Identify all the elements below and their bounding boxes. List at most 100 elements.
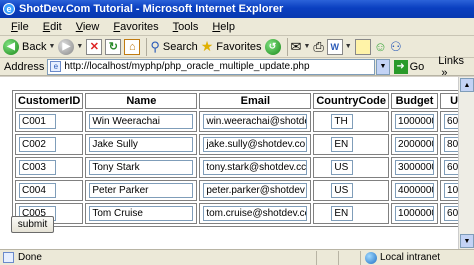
budget-input[interactable]: 3000000: [395, 160, 435, 175]
table-cell: EN: [313, 134, 390, 155]
column-header: CustomerID: [15, 93, 84, 109]
menu-edit[interactable]: Edit: [36, 21, 69, 33]
address-label: Address: [4, 60, 45, 73]
table-cell: tony.stark@shotdev.cc: [199, 157, 312, 178]
home-button[interactable]: ⌂: [124, 37, 141, 57]
table-cell: US: [313, 157, 390, 178]
email-input[interactable]: tony.stark@shotdev.cc: [203, 160, 308, 175]
menu-view[interactable]: View: [69, 21, 107, 33]
go-button[interactable]: ➜ Go: [393, 59, 425, 74]
name-input[interactable]: Tom Cruise: [89, 206, 194, 221]
stop-button[interactable]: ✕: [86, 37, 103, 57]
go-label: Go: [409, 60, 425, 73]
email-input[interactable]: win.weerachai@shotdev: [203, 114, 308, 129]
star-icon: ★: [200, 38, 214, 54]
budget-input[interactable]: 1000000: [395, 206, 435, 221]
table-header-row: CustomerID Name Email CountryCode Budget…: [15, 93, 474, 109]
budget-input[interactable]: 1000000: [395, 114, 435, 129]
messenger-button[interactable]: ⚇: [390, 37, 402, 57]
table-row: C002 Jake Sully jake.sully@shotdev.co EN…: [15, 134, 474, 155]
back-label: Back: [22, 40, 47, 53]
submit-button[interactable]: submit: [11, 216, 54, 233]
favorites-button[interactable]: ★ Favorites: [201, 37, 262, 57]
table-cell: Tom Cruise: [85, 203, 198, 224]
customer-id-input[interactable]: C002: [19, 137, 56, 152]
table-cell: C002: [15, 134, 84, 155]
chevron-down-icon[interactable]: ▼: [345, 43, 352, 50]
stop-icon: ✕: [86, 38, 103, 55]
people-icon: ☺: [373, 39, 388, 54]
links-button[interactable]: Links »: [438, 55, 474, 79]
toolbar-divider: [286, 37, 288, 56]
refresh-button[interactable]: ↻: [105, 37, 122, 57]
column-header: Email: [199, 93, 312, 109]
edit-button[interactable]: W ▼: [326, 37, 352, 57]
menu-favorites[interactable]: Favorites: [106, 21, 165, 33]
vertical-scrollbar[interactable]: ▲ ▼: [458, 77, 474, 249]
customer-id-input[interactable]: C003: [19, 160, 56, 175]
name-input[interactable]: Jake Sully: [89, 137, 194, 152]
print-button[interactable]: ⎙: [313, 37, 323, 57]
printer-icon: ⎙: [313, 38, 324, 54]
history-button[interactable]: ↺: [264, 37, 281, 57]
table-cell: 2000000: [391, 134, 439, 155]
country-code-input[interactable]: US: [331, 160, 354, 175]
word-icon: W: [326, 38, 343, 55]
chevron-down-icon[interactable]: ▼: [76, 43, 83, 50]
mail-icon: ✉: [290, 38, 302, 54]
menu-tools[interactable]: Tools: [166, 21, 206, 33]
discuss-button[interactable]: [354, 37, 371, 57]
scroll-down-icon[interactable]: ▼: [460, 234, 474, 248]
menu-help[interactable]: Help: [205, 21, 242, 33]
scroll-up-icon[interactable]: ▲: [460, 78, 474, 92]
name-input[interactable]: Peter Parker: [89, 183, 194, 198]
country-code-input[interactable]: US: [331, 183, 354, 198]
favorites-label: Favorites: [216, 40, 262, 53]
table-cell: Tony Stark: [85, 157, 198, 178]
budget-input[interactable]: 4000000: [395, 183, 435, 198]
customer-table: CustomerID Name Email CountryCode Budget…: [12, 90, 474, 227]
country-code-input[interactable]: TH: [331, 114, 354, 129]
table-row: C004 Peter Parker peter.parker@shotdev U…: [15, 180, 474, 201]
budget-input[interactable]: 2000000: [395, 137, 435, 152]
table-cell: C004: [15, 180, 84, 201]
go-arrow-icon: ➜: [393, 59, 408, 74]
forward-arrow-icon: ▶: [58, 38, 75, 55]
zone-indicator: Local intranet: [360, 250, 440, 265]
country-code-input[interactable]: EN: [331, 206, 354, 221]
table-cell: 1000000: [391, 203, 439, 224]
ie-logo-icon: e: [3, 3, 15, 15]
customer-id-input[interactable]: C004: [19, 183, 56, 198]
globe-icon: [365, 251, 377, 264]
column-header: CountryCode: [313, 93, 390, 109]
chevron-down-icon[interactable]: ▼: [48, 43, 55, 50]
country-code-input[interactable]: EN: [331, 137, 354, 152]
chevron-down-icon[interactable]: ▼: [303, 43, 310, 50]
table-cell: 4000000: [391, 180, 439, 201]
search-button[interactable]: ⚲ Search: [150, 37, 197, 57]
table-cell: C001: [15, 111, 84, 132]
mail-button[interactable]: ✉ ▼: [291, 37, 311, 57]
email-input[interactable]: peter.parker@shotdev: [203, 183, 308, 198]
table-cell: 1000000: [391, 111, 439, 132]
refresh-icon: ↻: [105, 38, 122, 55]
name-input[interactable]: Tony Stark: [89, 160, 194, 175]
page-icon: [3, 252, 14, 263]
email-input[interactable]: tom.cruise@shotdev.cc: [203, 206, 308, 221]
table-row: C005 Tom Cruise tom.cruise@shotdev.cc EN…: [15, 203, 474, 224]
back-button[interactable]: ◀ Back ▼: [3, 37, 55, 57]
email-input[interactable]: jake.sully@shotdev.co: [203, 137, 308, 152]
address-dropdown-button[interactable]: ▼: [376, 58, 390, 75]
forward-button[interactable]: ▶ ▼: [58, 37, 83, 57]
title-bar: e ShotDev.Com Tutorial - Microsoft Inter…: [0, 0, 474, 18]
status-left: Done: [0, 252, 316, 263]
address-input[interactable]: e http://localhost/myphp/php_oracle_mult…: [47, 58, 376, 75]
search-icon: ⚲: [150, 38, 160, 54]
research-button[interactable]: ☺: [374, 37, 387, 57]
table-row: C003 Tony Stark tony.stark@shotdev.cc US…: [15, 157, 474, 178]
name-input[interactable]: Win Weerachai: [89, 114, 194, 129]
home-icon: ⌂: [124, 38, 141, 55]
customer-id-input[interactable]: C001: [19, 114, 56, 129]
menu-file[interactable]: File: [4, 21, 36, 33]
back-arrow-icon: ◀: [3, 38, 19, 55]
